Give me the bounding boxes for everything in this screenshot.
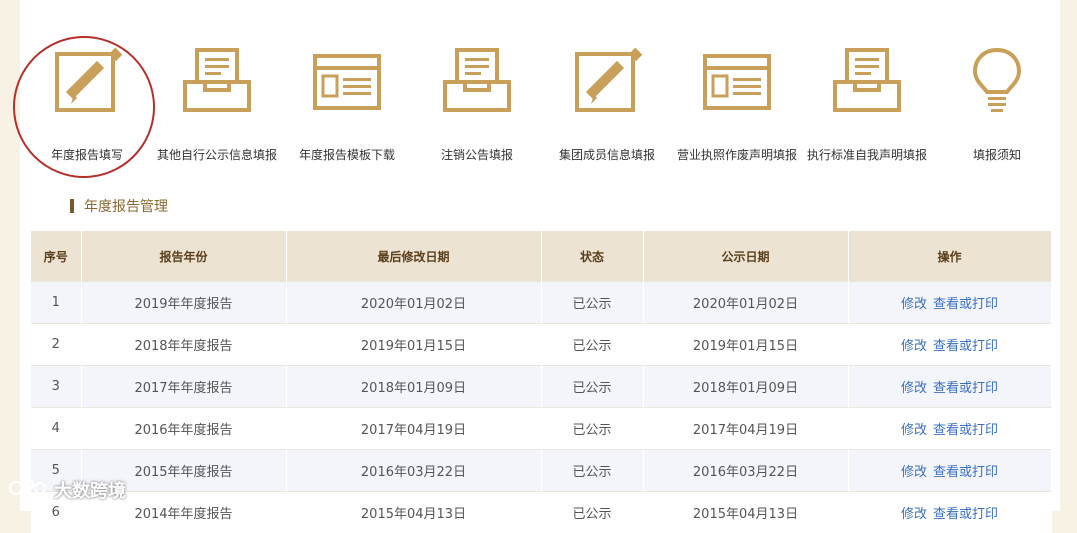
cell-modified: 2017年04月19日 [286, 408, 541, 450]
cell-year: 2016年年度报告 [81, 408, 286, 450]
table-row: 6 2014年年度报告 2015年04月13日 已公示 2015年04月13日 … [31, 492, 1051, 533]
cell-modified: 2018年01月09日 [286, 366, 541, 408]
pencil-icon [547, 44, 667, 124]
cell-status: 已公示 [541, 408, 643, 450]
cell-published: 2018年01月09日 [643, 366, 848, 408]
view-print-link[interactable]: 查看或打印 [933, 465, 998, 480]
template-icon [287, 44, 407, 124]
watermark-logo-icon [8, 476, 48, 503]
view-print-link[interactable]: 查看或打印 [933, 423, 998, 438]
cell-actions: 修改查看或打印 [848, 366, 1051, 408]
nav-label: 填报须知 [907, 146, 1077, 163]
cell-no: 3 [31, 366, 81, 408]
lightbulb-icon [937, 44, 1057, 124]
edit-link[interactable]: 修改 [901, 465, 927, 480]
cell-year: 2018年年度报告 [81, 324, 286, 366]
cell-published: 2016年03月22日 [643, 450, 848, 492]
inbox-icon [157, 44, 277, 124]
inbox-icon [417, 44, 537, 124]
cell-year: 2017年年度报告 [81, 366, 286, 408]
table-row: 4 2016年年度报告 2017年04月19日 已公示 2017年04月19日 … [31, 408, 1051, 450]
table-header-row: 序号 报告年份 最后修改日期 状态 公示日期 操作 [31, 231, 1051, 282]
table-row: 2 2018年年度报告 2019年01月15日 已公示 2019年01月15日 … [31, 324, 1051, 366]
cell-published: 2015年04月13日 [643, 492, 848, 533]
view-print-link[interactable]: 查看或打印 [933, 507, 998, 522]
cell-no: 1 [31, 282, 81, 324]
cell-modified: 2020年01月02日 [286, 282, 541, 324]
view-print-link[interactable]: 查看或打印 [933, 381, 998, 396]
cell-actions: 修改查看或打印 [848, 408, 1051, 450]
cell-actions: 修改查看或打印 [848, 450, 1051, 492]
edit-link[interactable]: 修改 [901, 339, 927, 354]
table-row: 5 2015年年度报告 2016年03月22日 已公示 2016年03月22日 … [31, 450, 1051, 492]
cell-no: 4 [31, 408, 81, 450]
cell-no: 2 [31, 324, 81, 366]
edit-link[interactable]: 修改 [901, 297, 927, 312]
table-row: 3 2017年年度报告 2018年01月09日 已公示 2018年01月09日 … [31, 366, 1051, 408]
annual-report-table: 序号 报告年份 最后修改日期 状态 公示日期 操作 1 2019年年度报告 20… [31, 231, 1052, 533]
cell-status: 已公示 [541, 282, 643, 324]
section-bar [70, 199, 74, 213]
cell-published: 2017年04月19日 [643, 408, 848, 450]
cell-status: 已公示 [541, 366, 643, 408]
section-title: 年度报告管理 [84, 196, 168, 216]
column-header: 报告年份 [81, 231, 286, 282]
cell-actions: 修改查看或打印 [848, 492, 1051, 533]
cell-status: 已公示 [541, 324, 643, 366]
table-row: 1 2019年年度报告 2020年01月02日 已公示 2020年01月02日 … [31, 282, 1051, 324]
cell-published: 2019年01月15日 [643, 324, 848, 366]
cell-status: 已公示 [541, 450, 643, 492]
cell-actions: 修改查看或打印 [848, 282, 1051, 324]
cell-published: 2020年01月02日 [643, 282, 848, 324]
edit-link[interactable]: 修改 [901, 507, 927, 522]
template-icon [677, 44, 797, 124]
inbox-icon [807, 44, 927, 124]
edit-link[interactable]: 修改 [901, 423, 927, 438]
watermark: 大数跨境 [8, 476, 126, 503]
column-header: 状态 [541, 231, 643, 282]
section-header: 年度报告管理 [70, 196, 168, 216]
cell-modified: 2019年01月15日 [286, 324, 541, 366]
view-print-link[interactable]: 查看或打印 [933, 339, 998, 354]
cell-actions: 修改查看或打印 [848, 324, 1051, 366]
edit-link[interactable]: 修改 [901, 381, 927, 396]
cell-year: 2019年年度报告 [81, 282, 286, 324]
cell-modified: 2016年03月22日 [286, 450, 541, 492]
cell-status: 已公示 [541, 492, 643, 533]
column-header: 序号 [31, 231, 81, 282]
column-header: 最后修改日期 [286, 231, 541, 282]
watermark-text: 大数跨境 [54, 477, 126, 503]
view-print-link[interactable]: 查看或打印 [933, 297, 998, 312]
column-header: 操作 [848, 231, 1051, 282]
column-header: 公示日期 [643, 231, 848, 282]
cell-modified: 2015年04月13日 [286, 492, 541, 533]
